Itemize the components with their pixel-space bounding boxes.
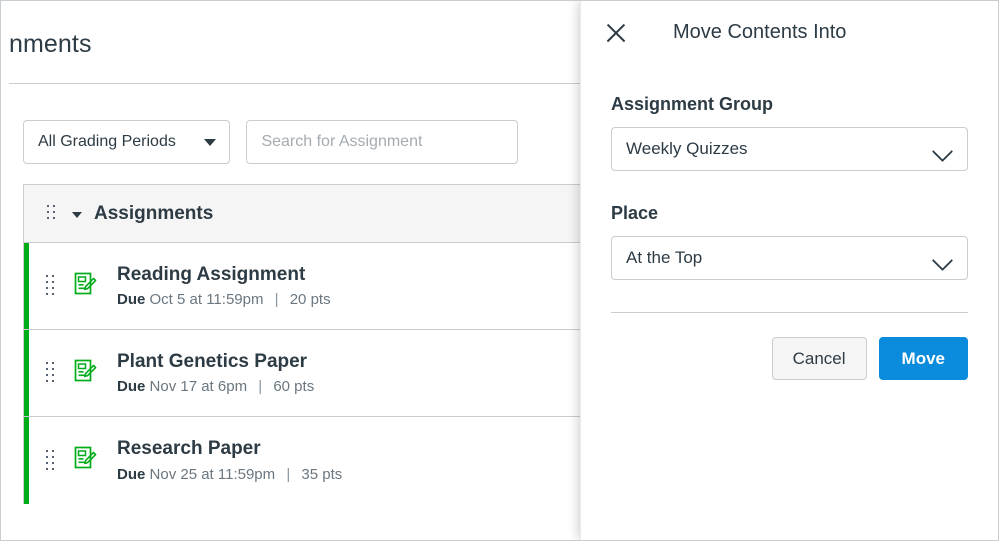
place-label: Place xyxy=(611,203,659,223)
assignment-meta: Due Nov 17 at 6pm | 60 pts xyxy=(117,378,314,395)
points-value: 60 pts xyxy=(273,378,315,396)
place-selected-value: At the Top xyxy=(626,248,703,267)
assignment-document-icon xyxy=(73,446,97,475)
assignment-text: Plant Genetics Paper Due Nov 17 at 6pm |… xyxy=(117,351,314,396)
due-value: Nov 25 at 11:59pm xyxy=(149,465,276,483)
due-label: Due xyxy=(117,291,146,309)
assignment-document-icon xyxy=(73,272,97,301)
page-title: nments xyxy=(9,30,92,58)
due-value: Oct 5 at 11:59pm xyxy=(149,291,264,309)
assignment-document-icon xyxy=(73,359,97,388)
chevron-down-icon xyxy=(931,140,954,163)
published-indicator-bar xyxy=(24,417,29,504)
close-icon[interactable] xyxy=(603,20,629,46)
points-value: 35 pts xyxy=(301,465,343,483)
meta-separator: | xyxy=(286,465,291,483)
drag-handle-icon[interactable] xyxy=(46,362,55,384)
meta-separator: | xyxy=(274,291,279,309)
move-contents-tray: Move Contents Into Assignment Group Week… xyxy=(580,1,998,540)
move-button[interactable]: Move xyxy=(878,337,968,380)
drag-handle-icon[interactable] xyxy=(47,203,56,225)
assignment-group-selected-value: Weekly Quizzes xyxy=(626,139,748,158)
assignment-title[interactable]: Research Paper xyxy=(117,438,261,459)
chevron-down-icon[interactable] xyxy=(72,211,82,218)
assignment-text: Research Paper Due Nov 25 at 11:59pm | 3… xyxy=(117,438,342,483)
assignment-meta: Due Oct 5 at 11:59pm | 20 pts xyxy=(117,291,331,308)
published-indicator-bar xyxy=(24,330,29,416)
assignments-toolbar: All Grading Periods Search for Assignmen… xyxy=(23,120,519,164)
assignment-group-select[interactable]: Weekly Quizzes xyxy=(611,127,968,171)
drag-handle-icon[interactable] xyxy=(46,275,55,297)
assignment-group-label: Assignment Group xyxy=(611,94,774,114)
app-screenshot: nments All Grading Periods Search for As… xyxy=(0,0,999,541)
header-divider xyxy=(9,83,649,84)
points-value: 20 pts xyxy=(289,291,331,309)
assignment-text: Reading Assignment Due Oct 5 at 11:59pm … xyxy=(117,264,331,309)
tray-body: Assignment Group Weekly Quizzes Place At… xyxy=(581,94,998,380)
assignment-group-name: Assignments xyxy=(94,202,214,224)
assignment-title[interactable]: Reading Assignment xyxy=(117,264,305,285)
search-input[interactable]: Search for Assignment xyxy=(246,120,519,164)
due-label: Due xyxy=(117,465,146,483)
tray-header: Move Contents Into xyxy=(581,1,998,64)
drag-handle-icon[interactable] xyxy=(46,449,55,472)
grading-period-value: All Grading Periods xyxy=(38,133,176,150)
tray-actions: Cancel Move xyxy=(611,337,968,380)
caret-down-icon xyxy=(204,138,216,146)
place-select[interactable]: At the Top xyxy=(611,236,968,280)
search-placeholder: Search for Assignment xyxy=(261,133,423,150)
tray-title: Move Contents Into xyxy=(673,21,847,43)
published-indicator-bar xyxy=(24,243,29,329)
cancel-button[interactable]: Cancel xyxy=(771,337,867,380)
due-label: Due xyxy=(117,378,146,396)
meta-separator: | xyxy=(258,378,263,396)
due-value: Nov 17 at 6pm xyxy=(149,378,248,396)
grading-period-select[interactable]: All Grading Periods xyxy=(23,120,230,164)
chevron-down-icon xyxy=(931,249,954,272)
assignment-meta: Due Nov 25 at 11:59pm | 35 pts xyxy=(117,466,342,483)
assignment-title[interactable]: Plant Genetics Paper xyxy=(117,351,307,372)
tray-divider xyxy=(611,312,968,313)
